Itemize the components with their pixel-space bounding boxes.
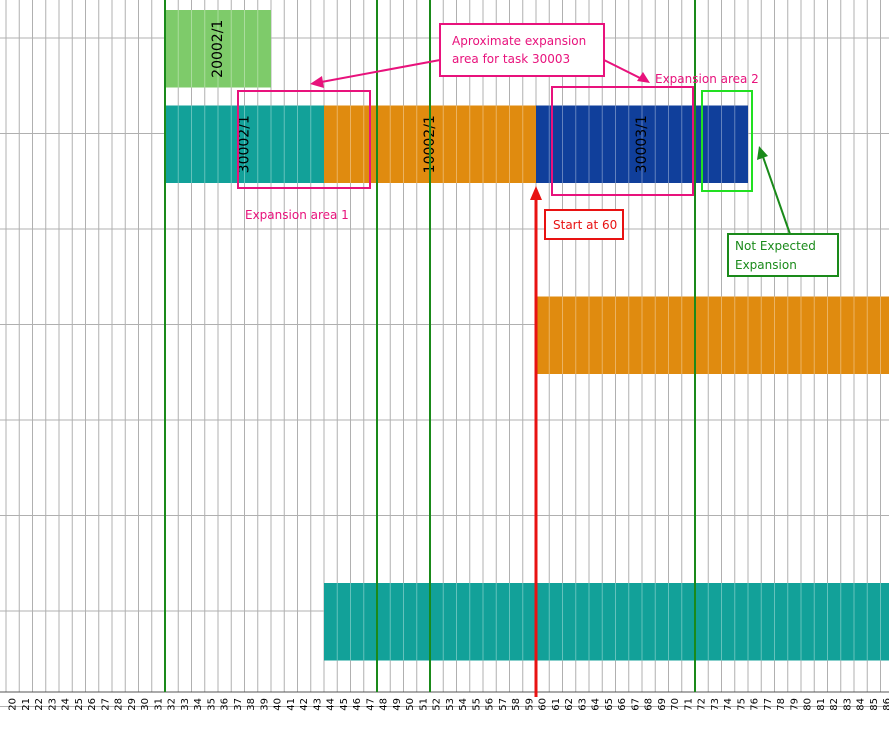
x-tick-label-54: 54 <box>458 698 469 711</box>
x-tick-label-74: 74 <box>723 698 734 711</box>
x-tick-label-28: 28 <box>114 698 125 711</box>
arrow-not-expected <box>761 153 791 235</box>
x-tick-label-23: 23 <box>47 698 58 711</box>
x-tick-label-57: 57 <box>498 698 509 711</box>
x-tick-label-80: 80 <box>803 698 814 711</box>
x-tick-label-69: 69 <box>657 698 668 711</box>
x-tick-label-79: 79 <box>789 698 800 711</box>
x-tick-label-37: 37 <box>233 698 244 711</box>
x-tick-label-36: 36 <box>220 698 231 711</box>
x-tick-label-29: 29 <box>127 698 138 711</box>
start-at-label: Start at 60 <box>553 218 617 232</box>
x-tick-label-62: 62 <box>564 698 575 711</box>
x-tick-label-76: 76 <box>750 698 761 711</box>
x-tick-label-73: 73 <box>710 698 721 711</box>
approx-expansion-line2: area for task 30003 <box>452 52 570 66</box>
x-tick-label-55: 55 <box>471 698 482 711</box>
x-tick-label-48: 48 <box>379 698 390 711</box>
x-tick-label-43: 43 <box>312 698 323 711</box>
x-tick-label-59: 59 <box>524 698 535 711</box>
arrowhead-not-expected <box>757 146 768 160</box>
approx-expansion-line1: Aproximate expansion <box>452 34 586 48</box>
task-bars: 20002/130002/110002/130003/1 <box>165 10 889 661</box>
x-tick-label-58: 58 <box>511 698 522 711</box>
expansion-area-1-label: Expansion area 1 <box>245 208 349 222</box>
x-tick-label-38: 38 <box>246 698 257 711</box>
x-tick-label-65: 65 <box>604 698 615 711</box>
x-tick-label-40: 40 <box>273 698 284 711</box>
x-tick-label-46: 46 <box>352 698 363 711</box>
x-tick-label-47: 47 <box>365 698 376 711</box>
x-tick-label-31: 31 <box>153 698 164 711</box>
x-tick-label-24: 24 <box>61 698 72 711</box>
task-30003-label: 30003/1 <box>634 115 650 173</box>
x-tick-label-82: 82 <box>829 698 840 711</box>
x-tick-label-68: 68 <box>644 698 655 711</box>
x-tick-label-25: 25 <box>74 698 85 711</box>
arrowhead-expansion-1 <box>310 76 324 88</box>
x-tick-label-32: 32 <box>167 698 178 711</box>
x-tick-label-61: 61 <box>551 698 562 711</box>
task-20002-label: 20002/1 <box>210 20 226 78</box>
x-tick-label-44: 44 <box>326 698 337 711</box>
x-tick-label-66: 66 <box>617 698 628 711</box>
x-tick-label-84: 84 <box>856 698 867 711</box>
expansion-area-2-label: Expansion area 2 <box>655 72 759 86</box>
x-tick-label-85: 85 <box>869 698 880 711</box>
x-axis-ticks: 20 21 22 23 24 25 26 27 28 29 30 31 32 33 34 35 36 37 38 39… <box>8 698 889 711</box>
x-tick-label-22: 22 <box>34 698 45 711</box>
not-expected-line2: Expansion <box>735 258 797 272</box>
x-tick-label-51: 51 <box>418 698 429 711</box>
x-tick-label-64: 64 <box>591 698 602 711</box>
x-tick-label-39: 39 <box>259 698 270 711</box>
x-tick-label-77: 77 <box>763 698 774 711</box>
x-tick-label-49: 49 <box>392 698 403 711</box>
x-tick-label-75: 75 <box>736 698 747 711</box>
x-tick-label-26: 26 <box>87 698 98 711</box>
x-tick-label-41: 41 <box>286 698 297 711</box>
approx-expansion-callout <box>439 23 605 77</box>
x-tick-label-52: 52 <box>432 698 443 711</box>
x-tick-label-30: 30 <box>140 698 151 711</box>
x-tick-label-63: 63 <box>577 698 588 711</box>
x-tick-label-50: 50 <box>405 698 416 711</box>
arrow-to-expansion-2 <box>603 59 645 81</box>
x-tick-label-20: 20 <box>8 698 19 711</box>
gantt-chart: 20002/130002/110002/130003/1 20212223242… <box>0 0 889 711</box>
not-expected-line1: Not Expected <box>735 239 816 253</box>
x-tick-label-67: 67 <box>630 698 641 711</box>
x-tick-label-71: 71 <box>683 698 694 711</box>
start-arrowhead <box>530 186 542 200</box>
task-teal-row6-bar <box>324 583 889 661</box>
x-tick-label-45: 45 <box>339 698 350 711</box>
x-tick-label-53: 53 <box>445 698 456 711</box>
x-tick-label-56: 56 <box>485 698 496 711</box>
x-tick-label-34: 34 <box>193 698 204 711</box>
x-tick-label-72: 72 <box>697 698 708 711</box>
x-tick-label-83: 83 <box>842 698 853 711</box>
x-tick-label-60: 60 <box>538 698 549 711</box>
x-tick-label-27: 27 <box>100 698 111 711</box>
x-tick-label-42: 42 <box>299 698 310 711</box>
x-tick-label-86: 86 <box>882 698 889 711</box>
x-tick-label-35: 35 <box>206 698 217 711</box>
x-tick-label-21: 21 <box>21 698 32 711</box>
x-tick-label-70: 70 <box>670 698 681 711</box>
x-tick-label-81: 81 <box>816 698 827 711</box>
x-tick-label-33: 33 <box>180 698 191 711</box>
x-tick-label-78: 78 <box>776 698 787 711</box>
